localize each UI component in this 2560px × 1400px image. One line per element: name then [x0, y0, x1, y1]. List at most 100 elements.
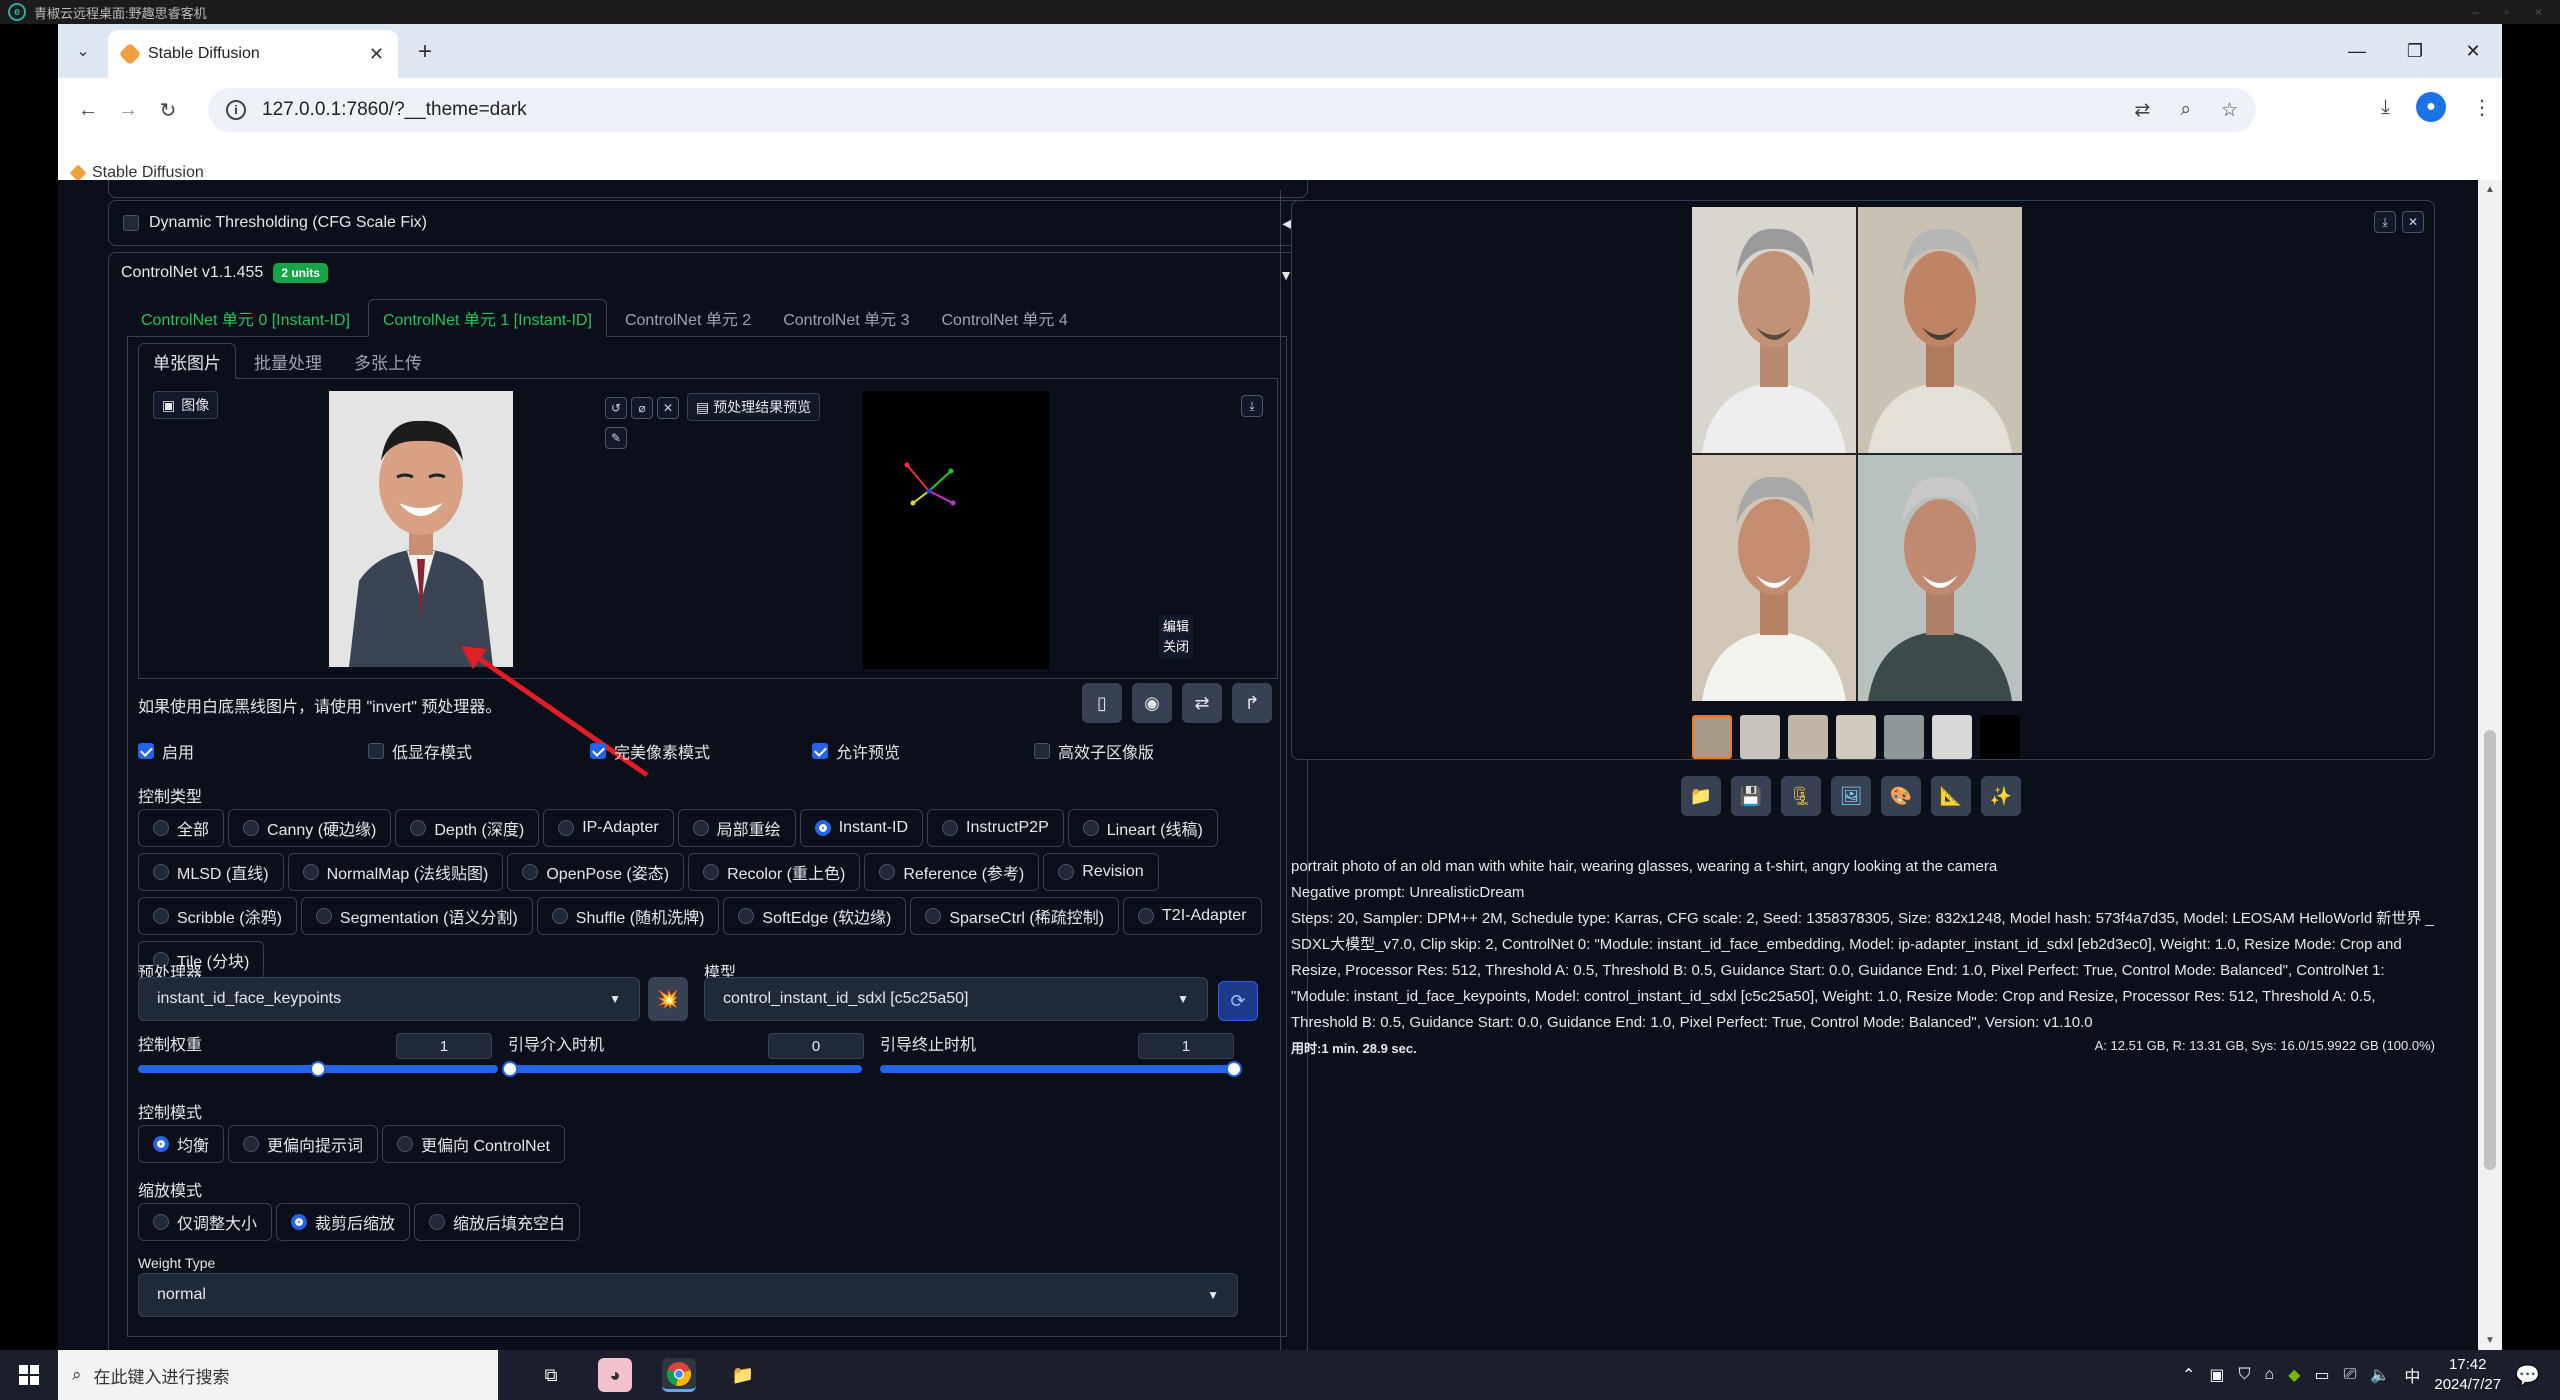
- send-to-inpaint-icon[interactable]: 🎨: [1881, 776, 1921, 816]
- control-type-radio[interactable]: NormalMap (法线贴图): [287, 853, 504, 891]
- file-explorer-icon[interactable]: 📁: [726, 1358, 760, 1392]
- new-canvas-icon[interactable]: ▯: [1082, 683, 1122, 723]
- control-type-radio[interactable]: Shuffle (随机洗牌): [536, 897, 720, 935]
- resize-only-radio[interactable]: 仅调整大小: [138, 1203, 273, 1241]
- monitor-icon[interactable]: ▭: [2314, 1365, 2329, 1385]
- thumbnail-grid[interactable]: [1692, 715, 1732, 759]
- save-icon[interactable]: 💾: [1731, 776, 1771, 816]
- control-type-radio[interactable]: Depth (深度): [395, 809, 540, 847]
- image-input-box[interactable]: ▣ 图像 ↺ ⌀ ✕ ✎ ▤ 预处理结果预览 编辑 关闭 ⤓: [138, 379, 1278, 778]
- reload-icon[interactable]: ↻: [150, 92, 186, 128]
- dynamic-thresholding-checkbox[interactable]: [123, 215, 139, 231]
- control-type-radio[interactable]: MLSD (直线): [138, 853, 284, 891]
- control-type-radio[interactable]: Lineart (线稿): [1067, 809, 1218, 847]
- control-type-radio[interactable]: T2I-Adapter: [1123, 897, 1262, 935]
- enable-checkbox[interactable]: 启用: [138, 739, 368, 763]
- refresh-models-icon[interactable]: ⟳: [1218, 981, 1258, 1021]
- output-image-2[interactable]: [1857, 207, 2023, 454]
- control-type-radio[interactable]: Canny (硬边缘): [228, 809, 392, 847]
- gallery-download-icon[interactable]: ⤓: [2374, 211, 2396, 233]
- ime-indicator[interactable]: 中: [2404, 1363, 2420, 1387]
- control-weight-slider[interactable]: [138, 1061, 498, 1077]
- thumbnail-3[interactable]: [1836, 715, 1876, 759]
- back-arrow-icon[interactable]: ←: [70, 92, 106, 128]
- nvidia-icon[interactable]: ◆: [2288, 1365, 2300, 1385]
- control-type-radio[interactable]: Instant-ID: [799, 809, 924, 847]
- tab-unit-3[interactable]: ControlNet 单元 3: [769, 299, 923, 337]
- thumbnail-1[interactable]: [1740, 715, 1780, 759]
- control-type-radio[interactable]: 全部: [138, 809, 225, 847]
- guidance-end-slider[interactable]: [880, 1061, 1242, 1077]
- controlnet-title[interactable]: ControlNet v1.1.455: [121, 264, 263, 282]
- run-preprocessor-icon[interactable]: 💥: [648, 977, 688, 1021]
- taskbar-clock[interactable]: 17:42 2024/7/27: [2434, 1355, 2501, 1395]
- control-type-radio[interactable]: Segmentation (语义分割): [300, 897, 533, 935]
- efficient-subregion-checkbox[interactable]: 高效子区像版: [1034, 739, 1154, 763]
- tab-close-icon[interactable]: ✕: [369, 44, 384, 65]
- control-type-radio[interactable]: OpenPose (姿态): [507, 853, 685, 891]
- close-icon[interactable]: ×: [2535, 5, 2542, 19]
- windows-start-icon[interactable]: [0, 1350, 58, 1400]
- tab-single-image[interactable]: 单张图片: [138, 343, 236, 379]
- remove-image-icon[interactable]: ✕: [657, 397, 679, 419]
- page-scrollbar[interactable]: ▲ ▼: [2478, 180, 2502, 1350]
- guidance-start-slider[interactable]: [502, 1061, 862, 1077]
- output-image-3[interactable]: [1692, 454, 1857, 702]
- resize-fill-radio[interactable]: 缩放后填充空白: [414, 1203, 581, 1241]
- download-icon[interactable]: ⤓: [2381, 96, 2390, 119]
- mirror-webcam-icon[interactable]: ⇄: [1182, 683, 1222, 723]
- usb-icon[interactable]: ⌂: [2265, 1366, 2275, 1384]
- menu-kebab-icon[interactable]: ⋮: [2472, 95, 2492, 120]
- task-view-icon[interactable]: ⧉: [534, 1358, 568, 1392]
- window-minimize-icon[interactable]: —: [2328, 24, 2386, 78]
- output-image-1[interactable]: [1692, 207, 1857, 454]
- thumbnail-5[interactable]: [1932, 715, 1972, 759]
- tab-multi-upload[interactable]: 多张上传: [340, 343, 436, 379]
- edit-label[interactable]: 编辑: [1163, 617, 1189, 637]
- preprocessor-dropdown[interactable]: instant_id_face_keypoints ▼: [138, 977, 640, 1021]
- gallery-close-icon[interactable]: ✕: [2402, 211, 2424, 233]
- bookmark-star-icon[interactable]: ☆: [2221, 99, 2238, 122]
- slider-knob[interactable]: [1226, 1061, 1242, 1077]
- thumbnail-2[interactable]: [1788, 715, 1828, 759]
- tab-search-chevron-icon[interactable]: ⌄: [70, 38, 96, 64]
- notification-icon[interactable]: 💬: [2515, 1363, 2540, 1388]
- thumbnail-4[interactable]: [1884, 715, 1924, 759]
- control-type-radio[interactable]: SparseCtrl (稀疏控制): [910, 897, 1120, 935]
- dynamic-thresholding-accordion[interactable]: Dynamic Thresholding (CFG Scale Fix) ◀: [108, 200, 1308, 246]
- minimize-icon[interactable]: –: [2472, 5, 2479, 19]
- translate-icon[interactable]: ⇄: [2134, 99, 2150, 122]
- output-image-4[interactable]: [1857, 454, 2023, 702]
- weight-type-dropdown[interactable]: normal ▼: [138, 1273, 1238, 1317]
- send-dimensions-icon[interactable]: ↱: [1232, 683, 1272, 723]
- send-to-img2img-icon[interactable]: 🖼: [1831, 776, 1871, 816]
- mode-balanced-radio[interactable]: 均衡: [138, 1125, 225, 1163]
- tab-unit-1[interactable]: ControlNet 单元 1 [Instant-ID]: [367, 299, 607, 337]
- thumbnail-6[interactable]: [1980, 715, 2020, 759]
- control-type-radio[interactable]: Scribble (涂鸦): [138, 897, 297, 935]
- url-text[interactable]: 127.0.0.1:7860/?__theme=dark: [262, 99, 527, 121]
- guidance-end-input[interactable]: 1: [1138, 1033, 1234, 1059]
- allow-preview-checkbox[interactable]: 允许预览: [812, 739, 1034, 763]
- model-dropdown[interactable]: control_instant_id_sdxl [c5c25a50] ▼: [704, 977, 1208, 1021]
- tab-batch[interactable]: 批量处理: [240, 343, 336, 379]
- mode-prompt-radio[interactable]: 更偏向提示词: [228, 1125, 379, 1163]
- slider-knob[interactable]: [310, 1061, 326, 1077]
- anime-app-icon[interactable]: ◕: [598, 1358, 632, 1392]
- download-preview-icon[interactable]: ⤓: [1241, 395, 1263, 417]
- new-tab-plus-icon[interactable]: +: [410, 37, 440, 67]
- tab-unit-2[interactable]: ControlNet 单元 2: [611, 299, 765, 337]
- image-grid[interactable]: [1692, 207, 2022, 701]
- control-type-radio[interactable]: InstructP2P: [927, 809, 1064, 847]
- taskbar-search[interactable]: ⌕ 在此键入进行搜索: [58, 1350, 498, 1400]
- mode-controlnet-radio[interactable]: 更偏向 ControlNet: [382, 1125, 565, 1163]
- control-type-radio[interactable]: Recolor (重上色): [688, 853, 861, 891]
- control-type-radio[interactable]: SoftEdge (软边缘): [723, 897, 907, 935]
- brush-icon[interactable]: ✎: [605, 427, 627, 449]
- tab-unit-0[interactable]: ControlNet 单元 0 [Instant-ID]: [127, 299, 364, 337]
- low-vram-checkbox[interactable]: 低显存模式: [368, 739, 590, 763]
- network-icon[interactable]: ⎚: [2344, 1366, 2357, 1384]
- tray-app-icon[interactable]: ▣: [2209, 1365, 2224, 1385]
- guidance-start-input[interactable]: 0: [768, 1033, 864, 1059]
- slider-knob[interactable]: [502, 1061, 518, 1077]
